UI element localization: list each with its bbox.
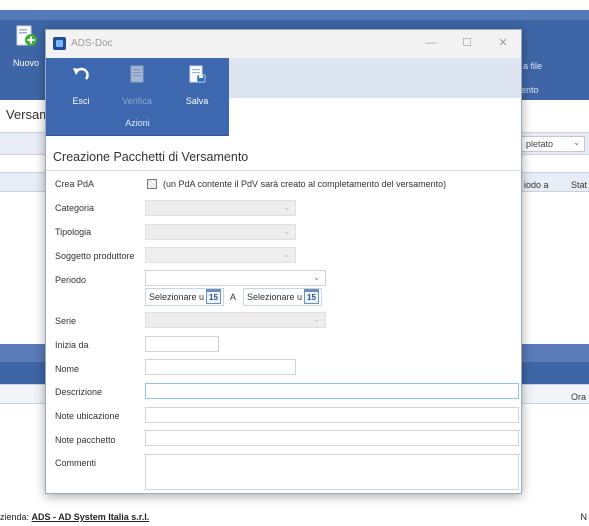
- crea-pda-description: (un PdA contente il PdV sarà creato al c…: [163, 179, 447, 189]
- date-to-placeholder: Selezionare u: [247, 292, 303, 302]
- nome-label: Nome: [55, 364, 80, 374]
- serie-select[interactable]: ⌄: [145, 312, 326, 328]
- categoria-label: Categoria: [55, 203, 95, 213]
- descrizione-label: Descrizione: [55, 387, 103, 397]
- chevron-down-icon: ⌄: [283, 250, 290, 259]
- column-header-ora[interactable]: Ora: [571, 392, 586, 402]
- save-document-icon: [187, 64, 207, 84]
- note-pacchetto-label: Note pacchetto: [55, 435, 116, 445]
- status-bar: zienda: ADS - AD System Italia s.r.l. N: [0, 506, 589, 526]
- soggetto-select[interactable]: ⌄: [145, 247, 296, 263]
- status-company-link[interactable]: ADS - AD System Italia s.r.l.: [32, 512, 150, 522]
- esci-label: Esci: [72, 96, 90, 106]
- new-button[interactable]: Nuovo: [8, 24, 44, 84]
- esci-button[interactable]: Esci: [58, 64, 104, 114]
- nome-input[interactable]: [145, 359, 296, 375]
- tipologia-select[interactable]: ⌄: [145, 224, 296, 240]
- window-titlebar[interactable]: ADS-Doc — ☐ ✕: [46, 30, 521, 58]
- salva-button[interactable]: Salva: [174, 64, 220, 114]
- creation-dialog: ADS-Doc — ☐ ✕ Esci Verifica Salva Azioni…: [45, 29, 522, 494]
- tipologia-label: Tipologia: [55, 227, 92, 237]
- new-document-icon: [14, 24, 38, 48]
- column-header-state[interactable]: Stat: [571, 180, 587, 190]
- descrizione-input[interactable]: [145, 383, 519, 399]
- calendar-icon[interactable]: 15: [206, 289, 221, 304]
- commenti-textarea[interactable]: [145, 454, 519, 490]
- crea-pda-label: Crea PdA: [55, 179, 95, 189]
- document-check-icon: [127, 64, 147, 84]
- chevron-down-icon: ⌄: [313, 315, 320, 324]
- chevron-down-icon: ⌄: [313, 273, 320, 282]
- minimize-button[interactable]: —: [421, 35, 441, 51]
- new-button-label: Nuovo: [12, 58, 39, 68]
- dialog-ribbon: Esci Verifica Salva Azioni: [46, 58, 229, 136]
- calendar-icon[interactable]: 15: [304, 289, 319, 304]
- date-to-picker[interactable]: Selezionare u 15: [243, 288, 322, 306]
- date-range-separator: A: [230, 292, 237, 302]
- app-logo-icon: [53, 37, 66, 50]
- undo-arrow-icon: [71, 64, 91, 84]
- status-filter-select[interactable]: pletato ⌄: [521, 136, 585, 152]
- column-header-period-to[interactable]: iodo a: [524, 180, 549, 190]
- window-title: ADS-Doc: [71, 38, 113, 49]
- ribbon-strip: [229, 58, 521, 98]
- salva-label: Salva: [185, 96, 209, 106]
- note-pacchetto-input[interactable]: [145, 430, 519, 446]
- inizia-da-input[interactable]: [145, 336, 219, 352]
- chevron-down-icon: ⌄: [283, 227, 290, 236]
- ribbon-group-label: Azioni: [125, 118, 150, 128]
- verifica-label: Verifica: [122, 96, 152, 106]
- maximize-button[interactable]: ☐: [457, 35, 477, 51]
- note-ubicazione-input[interactable]: [145, 407, 519, 423]
- periodo-select[interactable]: ⌄: [145, 270, 326, 286]
- main-ribbon-titlebar: [0, 10, 589, 20]
- categoria-select[interactable]: ⌄: [145, 200, 296, 216]
- status-company-prefix: zienda:: [0, 512, 30, 522]
- ribbon-label-file: a file: [523, 61, 543, 71]
- serie-label: Serie: [55, 316, 77, 326]
- soggetto-label: Soggetto produttore: [55, 251, 135, 261]
- chevron-down-icon: ⌄: [283, 203, 290, 212]
- date-from-placeholder: Selezionare u: [149, 292, 205, 302]
- date-from-picker[interactable]: Selezionare u 15: [145, 288, 224, 306]
- heading-divider: [46, 170, 521, 171]
- commenti-label: Commenti: [55, 458, 97, 468]
- crea-pda-checkbox[interactable]: [147, 179, 157, 189]
- periodo-label: Periodo: [55, 275, 87, 285]
- close-button[interactable]: ✕: [493, 35, 513, 51]
- status-filter-value: pletato: [526, 139, 554, 149]
- verifica-button[interactable]: Verifica: [114, 64, 160, 114]
- dialog-heading: Creazione Pacchetti di Versamento: [53, 150, 249, 164]
- chevron-down-icon: ⌄: [573, 138, 580, 147]
- note-ubicazione-label: Note ubicazione: [55, 411, 120, 421]
- inizia-da-label: Inizia da: [55, 340, 89, 350]
- ribbon-label-versamento: ento: [521, 85, 539, 95]
- status-right-text: N: [580, 512, 588, 522]
